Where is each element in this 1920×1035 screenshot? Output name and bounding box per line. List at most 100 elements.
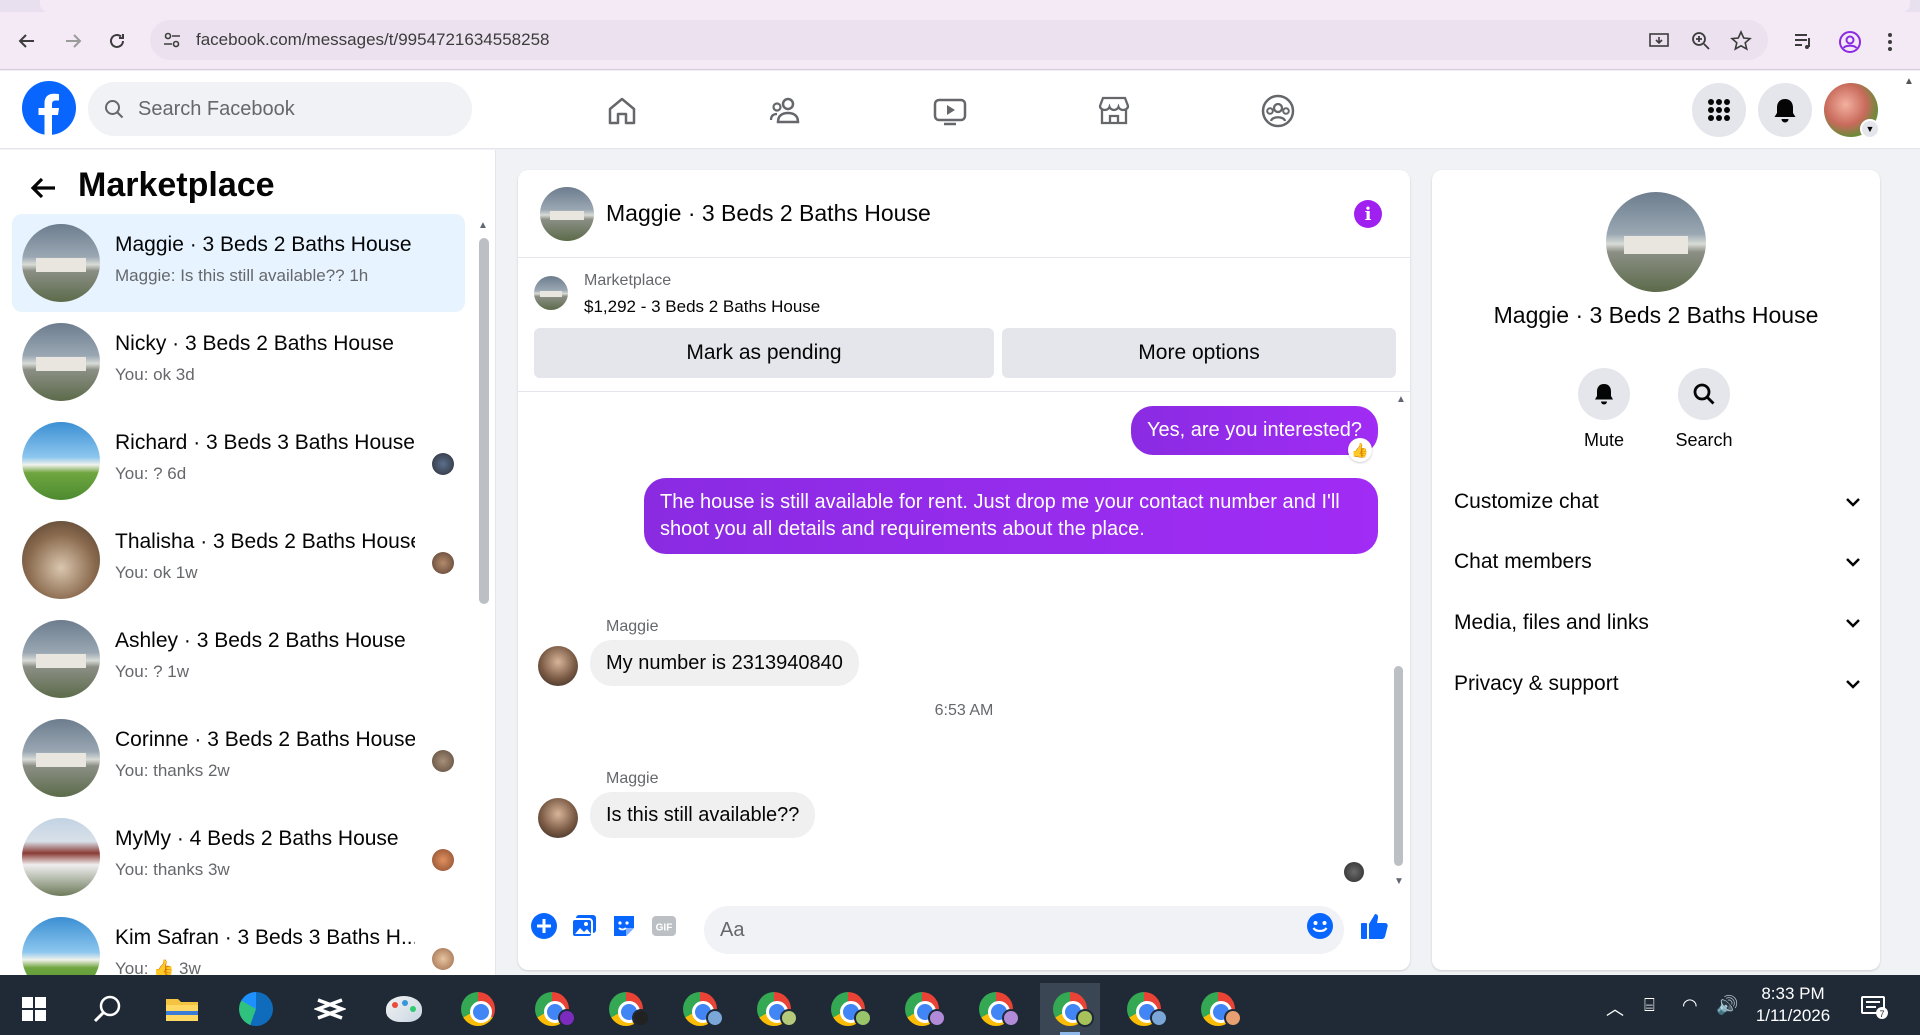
- listing-avatar[interactable]: [1606, 192, 1706, 292]
- taskbar-chrome-profile[interactable]: [1114, 983, 1174, 1035]
- profile-icon[interactable]: [1838, 30, 1862, 54]
- taskbar-search-button[interactable]: [78, 983, 138, 1035]
- volume-icon[interactable]: 🔊: [1716, 995, 1738, 1016]
- emoji-icon: [1307, 913, 1333, 939]
- conversation-preview: You: ? 1w: [115, 662, 190, 681]
- forward-button[interactable]: [58, 26, 88, 56]
- url-text[interactable]: facebook.com/messages/t/9954721634558258: [196, 30, 549, 50]
- taskbar-chrome-profile-active[interactable]: [1040, 983, 1100, 1035]
- incoming-message[interactable]: Is this still available??: [590, 792, 816, 838]
- search-in-conversation-button[interactable]: Search: [1654, 368, 1754, 451]
- mark-as-pending-button[interactable]: Mark as pending: [534, 328, 994, 378]
- conversation-name: Thalisha · 3 Beds 2 Baths House: [115, 530, 415, 553]
- nav-groups[interactable]: [1258, 91, 1298, 131]
- attach-photo-button[interactable]: [568, 910, 600, 942]
- profile-badge: [1002, 1009, 1020, 1027]
- page-scroll-up-arrow-icon[interactable]: ▲: [1904, 76, 1914, 87]
- privacy-support-section[interactable]: Privacy & support: [1454, 660, 1862, 708]
- incoming-message[interactable]: My number is 2313940840: [590, 640, 859, 686]
- conversation-item[interactable]: Thalisha · 3 Beds 2 Baths House You: ok …: [12, 511, 465, 609]
- thumbs-up-reaction-icon[interactable]: 👍: [1348, 438, 1372, 462]
- scroll-down-arrow-icon[interactable]: ▼: [1394, 876, 1404, 887]
- more-options-button[interactable]: More options: [1002, 328, 1396, 378]
- outgoing-message[interactable]: The house is still available for rent. J…: [644, 478, 1378, 554]
- taskbar-edge[interactable]: [226, 983, 286, 1035]
- media-files-links-section[interactable]: Media, files and links: [1454, 599, 1862, 647]
- media-controls-icon[interactable]: [1792, 30, 1814, 52]
- sticker-button[interactable]: [608, 910, 640, 942]
- nav-watch[interactable]: [930, 91, 970, 131]
- address-bar[interactable]: facebook.com/messages/t/9954721634558258: [150, 20, 1768, 60]
- home-icon: [608, 97, 636, 125]
- menu-button[interactable]: [1692, 83, 1746, 137]
- scroll-up-arrow-icon[interactable]: ▲: [1396, 394, 1406, 405]
- folder-icon: [166, 999, 198, 1021]
- facebook-search-input[interactable]: Search Facebook: [88, 82, 472, 136]
- chat-title[interactable]: Maggie · 3 Beds 2 Baths House: [606, 200, 931, 227]
- conversation-item[interactable]: Corinne · 3 Beds 2 Baths House You: than…: [12, 709, 465, 807]
- notifications-button[interactable]: [1758, 83, 1812, 137]
- conversation-item[interactable]: Kim Safran · 3 Beds 3 Baths H... You: 👍 …: [12, 907, 465, 975]
- info-icon[interactable]: i: [1354, 200, 1382, 228]
- taskbar-clock[interactable]: 8:33 PM 1/11/2026: [1738, 983, 1848, 1027]
- message-input[interactable]: [704, 906, 1344, 954]
- taskbar-capcut[interactable]: [300, 983, 360, 1035]
- reload-button[interactable]: [102, 26, 132, 56]
- taskbar-chrome-profile[interactable]: [596, 983, 656, 1035]
- profile-badge: [1150, 1009, 1168, 1027]
- taskbar-chrome-profile[interactable]: [670, 983, 730, 1035]
- taskbar-chrome-profile[interactable]: [522, 983, 582, 1035]
- facebook-logo-icon[interactable]: [22, 81, 76, 135]
- conversation-preview: You: ok 3d: [115, 365, 195, 384]
- conversation-preview: Maggie: Is this still available?? 1h: [115, 266, 369, 285]
- windows-logo-icon: [22, 997, 46, 1021]
- listing-price[interactable]: $1,292 - 3 Beds 2 Baths House: [584, 297, 820, 317]
- nav-friends[interactable]: [766, 91, 806, 131]
- chat-scrollbar[interactable]: [1394, 666, 1403, 866]
- chat-members-section[interactable]: Chat members: [1454, 538, 1862, 586]
- conversation-item[interactable]: Richard · 3 Beds 3 Baths House You: ? 6d: [12, 412, 465, 510]
- gif-button[interactable]: GIF: [648, 910, 680, 942]
- outgoing-message[interactable]: Yes, are you interested?: [1131, 406, 1378, 455]
- back-arrow-icon[interactable]: [30, 174, 58, 202]
- tray-overflow-chevron-icon[interactable]: ︿: [1606, 995, 1624, 1021]
- listing-thumbnail[interactable]: [534, 276, 568, 310]
- message-composer: GIF: [518, 892, 1410, 970]
- arrow-left-icon: [18, 34, 34, 48]
- start-button[interactable]: [4, 983, 64, 1035]
- emoji-button[interactable]: [1304, 910, 1336, 942]
- sender-avatar[interactable]: [538, 798, 578, 838]
- more-actions-button[interactable]: [528, 910, 560, 942]
- taskbar-chrome-profile[interactable]: [818, 983, 878, 1035]
- conversation-item[interactable]: Nicky · 3 Beds 2 Baths House You: ok 3d: [12, 313, 465, 411]
- taskbar-chrome[interactable]: [448, 983, 508, 1035]
- wifi-icon[interactable]: ◠: [1682, 995, 1698, 1016]
- customize-chat-section[interactable]: Customize chat: [1454, 478, 1862, 526]
- edge-icon: [239, 992, 273, 1026]
- taskbar-chrome-profile[interactable]: [1188, 983, 1248, 1035]
- conversation-preview: You: thanks 3w: [115, 860, 230, 879]
- taskbar-chrome-profile[interactable]: [744, 983, 804, 1035]
- browser-menu-icon[interactable]: [1884, 30, 1896, 54]
- taskbar-file-explorer[interactable]: [152, 983, 212, 1035]
- back-button[interactable]: [12, 26, 42, 56]
- taskbar-paint[interactable]: [374, 983, 434, 1035]
- chat-avatar[interactable]: [540, 187, 594, 241]
- meet-now-icon[interactable]: ⌸: [1644, 995, 1655, 1016]
- mute-button[interactable]: Mute: [1554, 368, 1654, 451]
- conversation-item[interactable]: Ashley · 3 Beds 2 Baths House You: ? 1w: [12, 610, 465, 708]
- notification-center-icon[interactable]: 7: [1860, 995, 1888, 1024]
- sender-avatar[interactable]: [538, 646, 578, 686]
- nav-marketplace[interactable]: [1094, 91, 1134, 131]
- details-name: Maggie · 3 Beds 2 Baths House: [1493, 302, 1819, 328]
- scroll-up-arrow-icon[interactable]: ▲: [478, 220, 488, 231]
- nav-home[interactable]: [602, 91, 642, 131]
- active-tab[interactable]: [40, 0, 1910, 12]
- account-avatar[interactable]: ▼: [1824, 83, 1880, 139]
- like-button[interactable]: [1358, 910, 1390, 942]
- conversation-item[interactable]: Maggie · 3 Beds 2 Baths House Maggie: Is…: [12, 214, 465, 312]
- taskbar-chrome-profile[interactable]: [892, 983, 952, 1035]
- taskbar-chrome-profile[interactable]: [966, 983, 1026, 1035]
- conversation-item[interactable]: MyMy · 4 Beds 2 Baths House You: thanks …: [12, 808, 465, 906]
- conversation-list-scrollbar[interactable]: [479, 238, 489, 604]
